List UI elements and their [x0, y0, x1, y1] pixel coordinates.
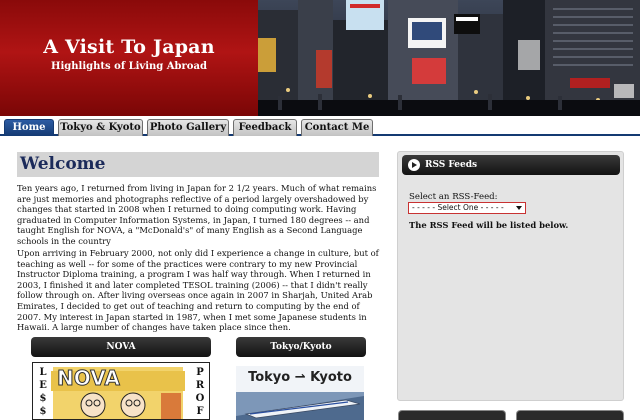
rss-panel-header: RSS Feeds — [402, 155, 620, 175]
nova-panel-header: NOVA — [31, 337, 211, 357]
rss-select-value: - - - - - Select One - - - - - — [412, 203, 504, 212]
site-subtitle: Highlights of Living Abroad — [51, 61, 207, 72]
tab-feedback[interactable]: Feedback — [233, 119, 297, 136]
site-header: A Visit To Japan Highlights of Living Ab… — [0, 0, 640, 116]
brand-banner: A Visit To Japan Highlights of Living Ab… — [0, 0, 258, 116]
site-title: A Visit To Japan — [43, 36, 215, 58]
chevron-down-icon — [516, 206, 522, 210]
rss-feed-note: The RSS Feed will be listed below. — [409, 220, 569, 230]
nova-image[interactable]: NOVA L E $ $ P R O F — [32, 362, 210, 420]
arrow-right-icon — [408, 159, 420, 171]
page-title: Welcome — [20, 154, 106, 174]
tokyo-kyoto-panel-header: Tokyo/Kyoto — [236, 337, 366, 357]
rss-select-label: Select an RSS-Feed: — [409, 192, 498, 202]
main-nav: Home Tokyo & Kyoto Photo Gallery Feedbac… — [0, 116, 640, 136]
city-scene-image — [258, 0, 640, 116]
nova-logo-text: NOVA — [57, 366, 121, 391]
tokyo-street-photo — [258, 0, 640, 116]
rss-title: RSS Feeds — [425, 160, 478, 170]
tab-tokyo-kyoto[interactable]: Tokyo & Kyoto — [58, 119, 143, 136]
welcome-heading-bar: Welcome — [17, 152, 379, 177]
rss-feed-select[interactable]: - - - - - Select One - - - - - — [408, 202, 526, 214]
tab-contact-me[interactable]: Contact Me — [301, 119, 373, 136]
nova-right-letters: P R O F — [195, 367, 205, 417]
intro-paragraph: Ten years ago, I returned from living in… — [17, 183, 377, 246]
tokyo-kyoto-image[interactable]: Tokyo ⇀ Kyoto — [236, 366, 364, 420]
sidebar-tab-stub-right — [516, 410, 624, 420]
rss-sidebar — [397, 151, 624, 401]
tab-home[interactable]: Home — [4, 119, 54, 136]
nova-left-letters: L E $ $ — [39, 367, 47, 417]
arrival-paragraph: Upon arriving in February 2000, not only… — [17, 248, 379, 333]
sidebar-tab-stub-left — [398, 410, 506, 420]
tab-photo-gallery[interactable]: Photo Gallery — [147, 119, 229, 136]
tokyo-kyoto-caption: Tokyo ⇀ Kyoto — [248, 370, 352, 385]
